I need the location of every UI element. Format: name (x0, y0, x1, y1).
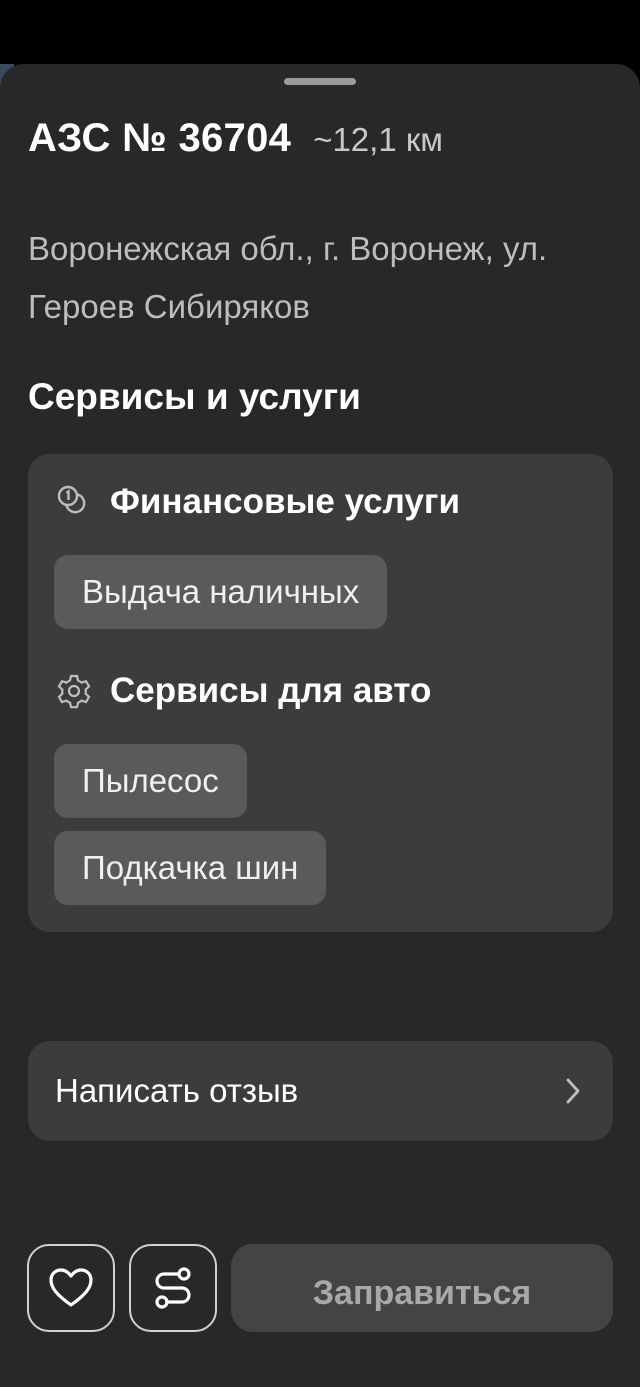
gear-icon (57, 674, 91, 709)
refuel-label: Заправиться (312, 1274, 532, 1312)
service-chip-cash[interactable]: Выдача наличных (54, 555, 388, 629)
favorite-button[interactable] (27, 1244, 115, 1332)
coins-icon (57, 485, 86, 514)
chevron-right-icon (566, 1078, 580, 1104)
write-review-label: Написать отзыв (55, 1072, 299, 1109)
category-auto-title: Сервисы для авто (110, 671, 432, 710)
route-button[interactable] (129, 1244, 217, 1332)
category-financial-title: Финансовые услуги (110, 482, 460, 521)
category-financial-header: Финансовые услуги (54, 482, 460, 522)
station-bottom-sheet: АЗС № 36704 ~12,1 км Воронежская обл., г… (0, 64, 640, 1387)
service-chip-vacuum[interactable]: Пылесос (54, 744, 247, 818)
station-distance: ~12,1 км (313, 121, 443, 158)
service-chip-tire-inflation[interactable]: Подкачка шин (54, 831, 327, 905)
write-review-button[interactable]: Написать отзыв (28, 1041, 613, 1141)
services-section-title: Сервисы и услуги (28, 376, 361, 417)
category-auto-header: Сервисы для авто (54, 671, 431, 711)
route-icon (155, 1267, 191, 1309)
refuel-button[interactable]: Заправиться (231, 1244, 613, 1332)
station-name: АЗС № 36704 (28, 116, 292, 160)
sheet-drag-handle[interactable] (284, 78, 356, 85)
services-card: Финансовые услуги Выдача наличных Сервис… (28, 454, 613, 932)
heart-icon (49, 1268, 93, 1307)
status-bar (0, 0, 640, 64)
station-title-row: АЗС № 36704 ~12,1 км (28, 116, 443, 161)
station-address: Воронежская обл., г. Воронеж, ул. Героев… (28, 230, 548, 325)
